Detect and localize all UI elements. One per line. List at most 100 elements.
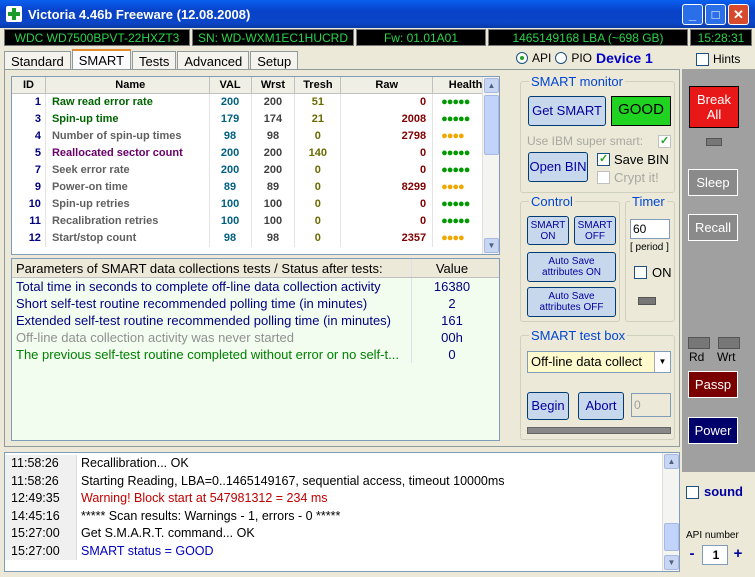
smart-id: 3 <box>12 111 46 128</box>
power-button[interactable]: Power <box>688 417 738 444</box>
list-item[interactable]: Off-line data collection activity was ne… <box>12 329 499 346</box>
header-tresh[interactable]: Tresh <box>295 77 342 93</box>
smart-name: Raw read error rate <box>46 94 210 111</box>
hints-toggle[interactable]: Hints <box>696 52 740 66</box>
table-row[interactable]: 12 Start/stop count 98 98 0 2357 ●●●● <box>12 230 499 247</box>
table-body: 1 Raw read error rate 200 200 51 0 ●●●●● 3 Spin-… <box>12 94 499 247</box>
list-item[interactable]: Short self-test routine recommended poll… <box>12 295 499 312</box>
crypt-checkbox[interactable] <box>597 171 610 184</box>
tab-tests[interactable]: Tests <box>132 51 177 70</box>
log-panel: 11:58:26 Recallibration... OK 11:58:26 Star… <box>4 452 680 572</box>
table-row[interactable]: 7 Seek error rate 200 200 0 0 ●●●●● <box>12 162 499 179</box>
table-row[interactable]: 3 Spin-up time 179 174 21 2008 ●●●●● <box>12 111 499 128</box>
timer-on-checkbox[interactable] <box>634 266 647 279</box>
rd-label: Rd <box>689 350 705 364</box>
tab-setup[interactable]: Setup <box>250 51 299 70</box>
abort-button[interactable]: Abort <box>578 392 624 420</box>
header-id[interactable]: ID <box>12 77 46 93</box>
smart-val: 89 <box>210 179 252 196</box>
tab-standard[interactable]: Standard <box>4 51 71 70</box>
pio-radio[interactable] <box>555 52 568 64</box>
api-decrement-button[interactable]: - <box>686 545 698 562</box>
maximize-button[interactable]: □ <box>705 3 726 25</box>
parameters-header: Parameters of SMART data collections tes… <box>12 259 499 278</box>
auto-save-off-button[interactable]: Auto Save attributes OFF <box>527 287 616 317</box>
drive-serial: SN: WD-WXM1EC1HUCRD <box>192 29 354 46</box>
header-wrst[interactable]: Wrst <box>252 77 296 93</box>
log-scroll-down-icon[interactable]: ▼ <box>664 555 679 570</box>
timer-input[interactable]: 60 <box>630 219 670 239</box>
smart-tresh: 0 <box>295 196 342 213</box>
passp-button[interactable]: Passp <box>688 371 738 398</box>
test-type-select[interactable]: Off-line data collect ▼ <box>527 351 671 373</box>
log-message: Warning! Block start at 547981312 = 234 … <box>81 491 328 505</box>
table-row[interactable]: 9 Power-on time 89 89 0 8299 ●●●● <box>12 179 499 196</box>
header-name[interactable]: Name <box>46 77 210 93</box>
smart-name: Recalibration retries <box>46 213 210 230</box>
crypt-label: Crypt it! <box>614 170 659 185</box>
scroll-down-icon[interactable]: ▼ <box>484 238 499 253</box>
sound-panel: sound API number - 1 + <box>682 472 755 577</box>
save-bin-checkbox[interactable] <box>597 152 610 166</box>
smart-id: 7 <box>12 162 46 179</box>
auto-save-on-button[interactable]: Auto Save attributes ON <box>527 252 616 282</box>
smart-wrst: 100 <box>252 213 296 230</box>
api-radio[interactable] <box>516 52 528 64</box>
smart-raw: 0 <box>341 145 434 162</box>
smart-attributes-table: ID Name VAL Wrst Tresh Raw Health 1 Raw r… <box>11 76 500 255</box>
begin-button[interactable]: Begin <box>527 392 569 420</box>
smart-val: 200 <box>210 94 252 111</box>
get-smart-button[interactable]: Get SMART <box>528 96 606 126</box>
minimize-button[interactable]: _ <box>682 3 703 25</box>
log-message: ***** Scan results: Warnings - 1, errors… <box>81 508 341 523</box>
list-item[interactable]: Extended self-test routine recommended p… <box>12 312 499 329</box>
device-label[interactable]: Device 1 <box>596 50 653 66</box>
table-row[interactable]: 10 Spin-up retries 100 100 0 0 ●●●●● <box>12 196 499 213</box>
smart-tresh: 0 <box>295 128 342 145</box>
chevron-down-icon[interactable]: ▼ <box>654 352 670 372</box>
table-row[interactable]: 1 Raw read error rate 200 200 51 0 ●●●●● <box>12 94 499 111</box>
smart-off-button[interactable]: SMART OFF <box>574 216 616 245</box>
log-scroll-thumb[interactable] <box>664 523 679 551</box>
sound-checkbox[interactable] <box>686 486 699 499</box>
ibm-super-smart-label: Use IBM super smart: <box>527 134 644 148</box>
break-all-button[interactable]: Break All <box>689 86 739 128</box>
table-scrollbar[interactable]: ▲ ▼ <box>482 77 499 254</box>
table-row[interactable]: 4 Number of spin-up times 98 98 0 2798 ●●●● <box>12 128 499 145</box>
scroll-up-icon[interactable]: ▲ <box>484 78 499 93</box>
smart-wrst: 200 <box>252 145 296 162</box>
scroll-thumb[interactable] <box>484 95 499 155</box>
smart-on-button[interactable]: SMART ON <box>527 216 569 245</box>
api-label: API <box>532 51 552 65</box>
tab-smart[interactable]: SMART <box>71 49 132 70</box>
open-bin-button[interactable]: Open BIN <box>528 152 588 182</box>
header-raw[interactable]: Raw <box>341 77 434 93</box>
list-item[interactable]: Total time in seconds to complete off-li… <box>12 278 499 295</box>
smart-id: 11 <box>12 213 46 230</box>
log-scrollbar[interactable]: ▲ ▼ <box>662 453 679 571</box>
api-increment-button[interactable]: + <box>731 545 745 562</box>
sleep-button[interactable]: Sleep <box>688 169 738 196</box>
header-val[interactable]: VAL <box>210 77 252 93</box>
smart-val: 100 <box>210 213 252 230</box>
smart-wrst: 98 <box>252 230 296 247</box>
log-scroll-up-icon[interactable]: ▲ <box>664 454 679 469</box>
table-row[interactable]: 11 Recalibration retries 100 100 0 0 ●●●●● <box>12 213 499 230</box>
api-number-label: API number <box>686 530 739 541</box>
recall-button[interactable]: Recall <box>688 214 738 241</box>
list-item[interactable]: The previous self-test routine completed… <box>12 346 499 363</box>
api-number-input[interactable]: 1 <box>702 545 728 565</box>
smart-wrst: 89 <box>252 179 296 196</box>
tab-advanced[interactable]: Advanced <box>177 51 250 70</box>
table-row[interactable]: 5 Reallocated sector count 200 200 140 0 ●●●●● <box>12 145 499 162</box>
hints-label: Hints <box>713 52 741 66</box>
timer-on-label: ON <box>652 265 672 280</box>
smart-status-badge: GOOD <box>611 96 671 126</box>
hints-checkbox[interactable] <box>696 52 709 66</box>
ibm-super-smart-checkbox[interactable] <box>658 134 671 148</box>
control-title: Control <box>529 194 575 209</box>
test-progress-input[interactable]: 0 <box>631 393 671 417</box>
drive-info-bar: WDC WD7500BPVT-22HXZT3 SN: WD-WXM1EC1HUC… <box>4 29 752 46</box>
close-button[interactable]: ✕ <box>728 3 749 25</box>
smart-raw: 0 <box>341 94 434 111</box>
